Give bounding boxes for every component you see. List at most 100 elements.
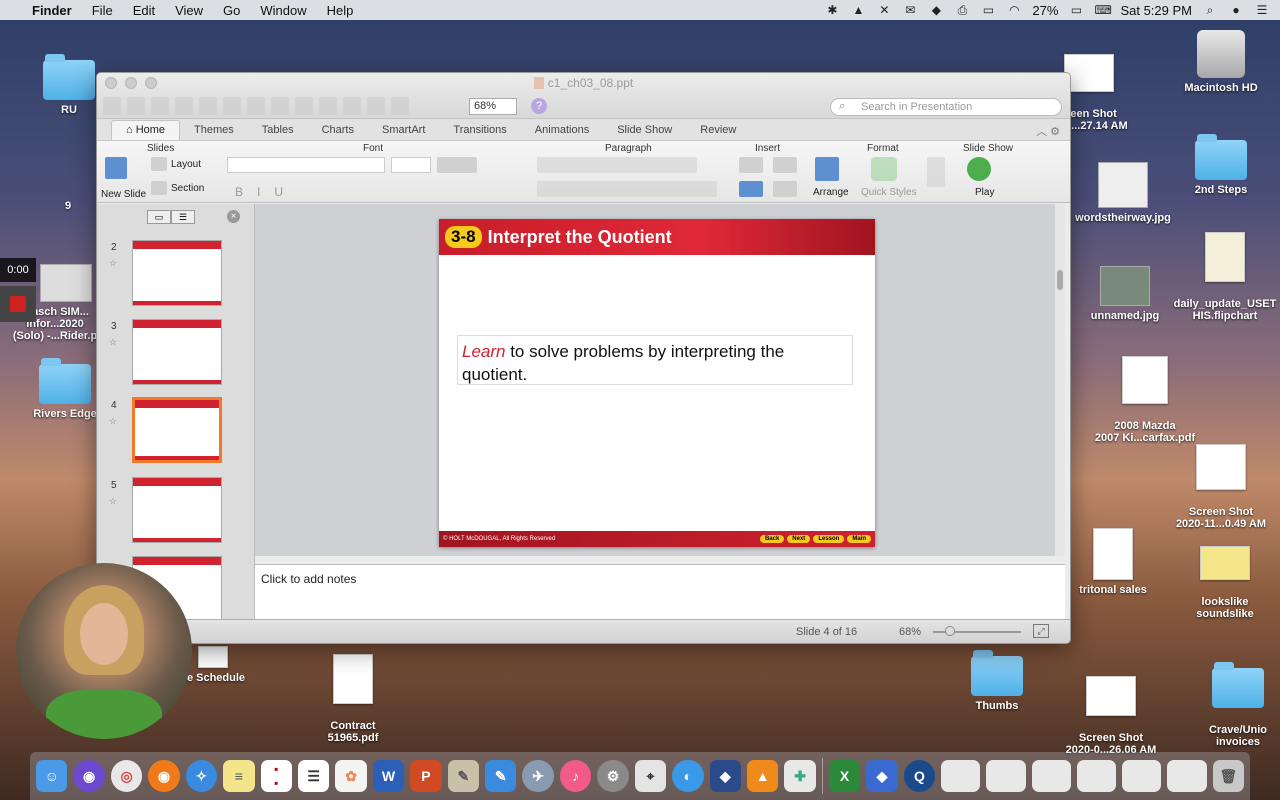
zoom-dropdown[interactable]: 68% <box>469 98 517 115</box>
printer-icon[interactable]: ⎙ <box>954 3 970 17</box>
redo-icon[interactable] <box>343 97 361 115</box>
collapse-ribbon-icon[interactable]: ︿ <box>1036 126 1047 138</box>
outline-view-tab[interactable]: ☰ <box>171 210 195 224</box>
word-dock-icon[interactable]: W <box>372 760 405 792</box>
desktop-folder-thumbs[interactable]: Thumbs <box>942 650 1052 712</box>
desktop-macintosh-hd[interactable]: Macintosh HD <box>1166 30 1276 94</box>
font-size-field[interactable] <box>391 157 431 173</box>
media-icon[interactable] <box>773 181 797 197</box>
menu-window[interactable]: Window <box>260 3 306 18</box>
finder-dock-icon[interactable]: ☺ <box>36 760 68 792</box>
excel-dock-icon[interactable]: X <box>828 760 861 792</box>
menu-app-name[interactable]: Finder <box>32 3 72 18</box>
new-slide-button[interactable]: New Slide <box>101 189 146 200</box>
tab-smartart[interactable]: SmartArt <box>368 121 439 140</box>
desktop-file-wordstheirway[interactable]: wordstheirway.jpg <box>1068 162 1178 224</box>
format-painter-icon[interactable] <box>295 97 313 115</box>
desktop-file-tritonal-sales[interactable]: tritonal sales <box>1058 528 1168 596</box>
minimized-window-2[interactable] <box>986 760 1026 792</box>
format-fill-icon[interactable] <box>927 157 945 187</box>
close-panel-button[interactable]: × <box>227 210 240 223</box>
powerpoint-dock-icon[interactable]: P <box>410 760 442 792</box>
play-button[interactable]: Play <box>975 187 994 198</box>
wifi-icon[interactable]: ◠ <box>1006 3 1022 17</box>
notes-pane[interactable]: Click to add notes <box>255 564 1065 620</box>
desktop-file-flipchart[interactable]: daily_update_USET HIS.flipchart <box>1170 220 1280 334</box>
slide-thumbnail-5[interactable] <box>132 477 222 543</box>
minimized-window-5[interactable] <box>1122 760 1162 792</box>
office-dock-icon[interactable]: ✚ <box>784 760 816 792</box>
tab-transitions[interactable]: Transitions <box>439 121 520 140</box>
clock[interactable]: Sat 5:29 PM <box>1120 3 1192 18</box>
font-size-buttons[interactable] <box>437 157 477 173</box>
open-icon[interactable] <box>151 97 169 115</box>
mail-icon[interactable]: ✉ <box>902 3 918 17</box>
slide-thumbnail-3[interactable] <box>132 319 222 385</box>
shape-icon[interactable] <box>739 181 763 197</box>
font-name-field[interactable] <box>227 157 385 173</box>
current-slide[interactable]: 3-8 Interpret the Quotient Learn to solv… <box>439 219 875 547</box>
keyboard-icon[interactable]: ⌨ <box>1094 3 1111 17</box>
battery-percent[interactable]: 27% <box>1032 3 1058 18</box>
back-button[interactable]: Back <box>759 535 785 543</box>
slide-body-textbox[interactable]: Learn to solve problems by interpreting … <box>457 335 853 385</box>
desktop-file-contract[interactable]: Contract 51965.pdf <box>298 642 408 756</box>
notification-center-icon[interactable]: ☰ <box>1254 3 1270 17</box>
airplay-icon[interactable]: ▭ <box>980 3 996 17</box>
search-presentation-input[interactable]: ⌕ Search in Presentation <box>830 98 1062 116</box>
section-button[interactable]: Section <box>171 183 204 194</box>
paragraph-align-buttons[interactable] <box>537 181 717 197</box>
minimized-window-6[interactable] <box>1167 760 1207 792</box>
menu-edit[interactable]: Edit <box>133 3 155 18</box>
tab-slide-show[interactable]: Slide Show <box>603 121 686 140</box>
spotlight-icon[interactable]: ⌕ <box>1202 3 1218 17</box>
slides-view-icon[interactable] <box>367 97 385 115</box>
menu-help[interactable]: Help <box>327 3 354 18</box>
paste-icon[interactable] <box>271 97 289 115</box>
vertical-scrollbar[interactable] <box>1055 204 1065 556</box>
new-icon[interactable] <box>103 97 121 115</box>
chrome-dock-icon[interactable]: ◎ <box>110 760 143 792</box>
new-slide-icon[interactable] <box>105 157 127 179</box>
slide-thumbnail-4[interactable] <box>132 397 222 463</box>
photos-dock-icon[interactable]: ✿ <box>335 760 367 792</box>
arrange-button[interactable]: Arrange <box>813 187 849 198</box>
copy-icon[interactable] <box>247 97 265 115</box>
templates-icon[interactable] <box>127 97 145 115</box>
disk-utility-dock-icon[interactable]: ◐ <box>672 760 704 792</box>
picture-icon[interactable] <box>773 157 797 173</box>
font-style-buttons[interactable]: BIU <box>235 185 297 199</box>
system-preferences-dock-icon[interactable]: ⚙ <box>597 760 629 792</box>
cone-icon[interactable]: ▲ <box>850 3 866 17</box>
tab-home[interactable]: ⌂ Home <box>111 120 181 140</box>
notes-dock-icon[interactable]: ≡ <box>223 760 255 792</box>
slides-view-tab[interactable]: ▭ <box>147 210 171 224</box>
undo-icon[interactable] <box>319 97 337 115</box>
paragraph-list-buttons[interactable] <box>537 157 697 173</box>
cut-icon[interactable] <box>223 97 241 115</box>
tab-charts[interactable]: Charts <box>308 121 368 140</box>
stop-recording-button[interactable] <box>0 286 36 322</box>
script-editor-dock-icon[interactable]: ✎ <box>447 760 480 792</box>
quicktime-dock-icon[interactable]: Q <box>903 760 936 792</box>
calendar-dock-icon[interactable]: ▪ ▪ <box>260 760 292 792</box>
tab-animations[interactable]: Animations <box>521 121 603 140</box>
zoom-slider-knob[interactable] <box>945 626 955 636</box>
menu-file[interactable]: File <box>92 3 113 18</box>
music-dock-icon[interactable]: ♪ <box>559 760 592 792</box>
launchpad-dock-icon[interactable]: ✈ <box>522 760 554 792</box>
next-button[interactable]: Next <box>787 535 811 543</box>
desktop-folder-crave[interactable]: Crave/Unio invoices <box>1196 656 1280 760</box>
help-icon[interactable]: ? <box>531 98 547 114</box>
ribbon-settings-icon[interactable]: ⚙ <box>1050 126 1060 138</box>
close-box-icon[interactable]: ✕ <box>876 3 892 17</box>
menu-go[interactable]: Go <box>223 3 240 18</box>
textedit-dock-icon[interactable]: ✎ <box>485 760 517 792</box>
minimized-window-4[interactable] <box>1076 760 1117 792</box>
dropbox-icon[interactable]: ◆ <box>928 3 944 17</box>
media-browser-icon[interactable] <box>391 97 409 115</box>
tab-themes[interactable]: Themes <box>180 121 248 140</box>
desktop-file-lookslike[interactable]: lookslike soundslike <box>1170 534 1280 632</box>
desktop-folder-2nd-steps[interactable]: 2nd Steps <box>1166 134 1276 196</box>
slide-title[interactable]: Interpret the Quotient <box>488 227 672 248</box>
